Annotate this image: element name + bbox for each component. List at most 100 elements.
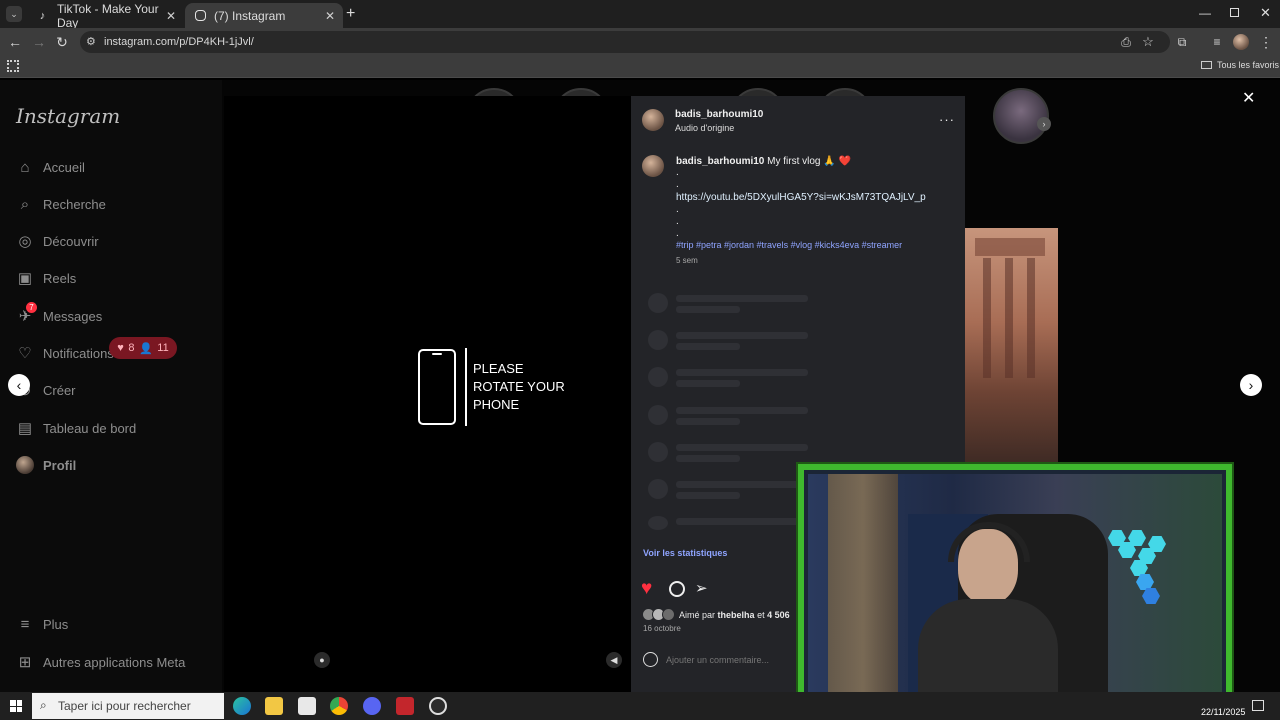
close-window-icon[interactable]: ✕ [1260, 5, 1271, 21]
profile-avatar[interactable] [1233, 34, 1249, 50]
light-panel [1142, 588, 1160, 604]
like-heart-icon[interactable]: ♥ [641, 578, 652, 600]
story-next-button[interactable]: › [1037, 117, 1051, 131]
sidebar-item-search[interactable]: ⌕ Recherche [16, 192, 106, 216]
thumbnail-column [983, 258, 991, 378]
close-icon[interactable]: ✕ [166, 9, 176, 23]
comment-skeleton [648, 405, 818, 427]
tagged-user-icon[interactable]: ● [314, 652, 330, 668]
comment-skeleton [648, 330, 818, 352]
sidebar-item-label: Profil [43, 457, 77, 473]
liked-count[interactable]: 4 506 [767, 610, 790, 620]
reels-icon: ▣ [17, 270, 33, 287]
comment-skeleton [648, 293, 818, 315]
liked-prefix: Aimé par [679, 610, 716, 620]
search-icon: ⌕ [40, 698, 47, 712]
comment-icon[interactable] [669, 581, 685, 597]
caption-link[interactable]: https://youtu.be/5DXyulHGA5Y?si=wKJsM73T… [676, 192, 926, 203]
all-bookmarks-button[interactable]: Tous les favoris [1201, 60, 1279, 70]
phone-icon [418, 349, 456, 425]
streamer-jacket [918, 599, 1058, 699]
post-date: 16 octobre [643, 624, 681, 633]
windows-start-icon[interactable] [10, 700, 22, 712]
caption-first-line: badis_barhoumi10 My first vlog 🙏 ❤️ [676, 156, 851, 167]
rotate-text: PLEASE ROTATE YOUR PHONE [473, 361, 565, 412]
sidebar-item-home[interactable]: ⌂ Accueil [16, 155, 84, 179]
post-author-username[interactable]: badis_barhoumi10 [675, 109, 763, 120]
sidebar-item-messages[interactable]: ✈ 7 Messages [16, 302, 102, 328]
door-frame [828, 474, 898, 699]
sidebar-item-more[interactable]: ≡ Plus [16, 612, 69, 636]
close-post-icon[interactable]: ✕ [1242, 88, 1255, 108]
more-options-icon[interactable]: ··· [939, 112, 955, 127]
discord-icon[interactable] [363, 697, 381, 715]
new-tab-button[interactable]: + [346, 5, 355, 23]
reload-icon[interactable]: ↻ [53, 33, 71, 51]
caption-username[interactable]: badis_barhoumi10 [676, 156, 764, 167]
forward-icon[interactable]: → [30, 33, 48, 51]
comment-skeleton [648, 442, 818, 464]
previous-post-button[interactable]: ‹ [8, 374, 30, 396]
notification-pill[interactable]: ♥ 8 👤 11 [109, 337, 177, 359]
extensions-icon[interactable]: ⧉ [1173, 33, 1191, 51]
comment-input[interactable] [666, 652, 794, 668]
tab-instagram[interactable]: (7) Instagram ✕ [185, 3, 343, 28]
back-icon[interactable]: ← [6, 33, 24, 51]
file-explorer-icon[interactable] [265, 697, 283, 715]
mute-icon[interactable]: ◀ [606, 652, 622, 668]
sidebar-item-explore[interactable]: ◎ Découvrir [16, 229, 98, 253]
caption-dot: . [676, 228, 679, 239]
share-icon[interactable]: ➢ [695, 579, 708, 597]
search-icon: ⌕ [20, 195, 30, 213]
taskbar-search-box[interactable]: ⌕ Taper ici pour rechercher [32, 693, 224, 719]
view-insights-link[interactable]: Voir les statistiques [643, 548, 727, 558]
tab-tiktok[interactable]: ♪ TikTok - Make Your Day ✕ [26, 1, 184, 30]
tab-label: TikTok - Make Your Day [56, 1, 159, 30]
likes-count: 8 [128, 342, 135, 354]
sidebar-item-reels[interactable]: ▣ Reels [16, 266, 76, 290]
story-avatar[interactable] [993, 88, 1049, 144]
instagram-logo[interactable]: Instagram [16, 104, 120, 128]
sidebar-item-meta-apps[interactable]: ⊞ Autres applications Meta [16, 650, 186, 674]
comment-skeleton [648, 479, 818, 501]
media-control-icon[interactable]: ≡ [1208, 33, 1226, 51]
thumbnail-pediment [975, 238, 1045, 256]
liked-by-text[interactable]: Aimé par thebelha et 4 506 [679, 610, 790, 620]
chrome-icon[interactable] [330, 697, 348, 715]
menu-icon[interactable]: ⋮ [1257, 33, 1275, 51]
sidebar-item-dashboard[interactable]: ▤ Tableau de bord [16, 416, 136, 440]
caption-author-avatar[interactable] [642, 155, 664, 177]
sidebar-item-label: Autres applications Meta [43, 654, 186, 670]
close-icon[interactable]: ✕ [325, 9, 335, 23]
install-app-icon[interactable]: ⎙ [1117, 33, 1135, 51]
thumbnail-column [1027, 258, 1035, 378]
obs-icon[interactable] [429, 697, 447, 715]
sidebar-item-label: Notifications [43, 345, 114, 361]
liked-user[interactable]: thebelha [718, 610, 755, 620]
next-post-button[interactable]: › [1240, 374, 1262, 396]
avatar-icon [16, 456, 34, 474]
caption-hashtags[interactable]: #trip #petra #jordan #travels #vlog #kic… [676, 240, 902, 250]
dashboard-icon: ▤ [17, 420, 33, 437]
next-post-thumbnail[interactable] [965, 228, 1058, 464]
sidebar-item-profile[interactable]: Profil [16, 453, 76, 477]
minimize-icon[interactable]: — [1199, 6, 1211, 20]
url-bar[interactable]: ⚙ instagram.com/p/DP4KH-1jJvl/ [80, 31, 1170, 53]
emoji-icon[interactable] [643, 652, 658, 667]
post-audio-label[interactable]: Audio d'origine [675, 123, 734, 133]
comment-skeleton [648, 367, 818, 389]
tab-search-button[interactable]: ⌄ [6, 6, 22, 22]
bookmark-star-icon[interactable]: ☆ [1139, 33, 1157, 51]
sidebar-item-label: Créer [43, 382, 76, 398]
bookmarks-bar: Tous les favoris [0, 56, 1280, 78]
edge-icon[interactable] [233, 697, 251, 715]
sidebar-item-notifications[interactable]: ♡ Notifications [16, 341, 114, 365]
apps-grid-icon[interactable] [7, 60, 19, 72]
restore-icon[interactable] [1230, 8, 1239, 17]
browser-tab-bar: ⌄ ♪ TikTok - Make Your Day ✕ (7) Instagr… [0, 0, 1280, 30]
post-author-avatar[interactable] [642, 109, 664, 131]
notification-center-icon[interactable] [1252, 700, 1264, 711]
streaming-app-icon[interactable] [396, 697, 414, 715]
site-info-icon[interactable]: ⚙ [86, 35, 96, 48]
store-icon[interactable] [298, 697, 316, 715]
